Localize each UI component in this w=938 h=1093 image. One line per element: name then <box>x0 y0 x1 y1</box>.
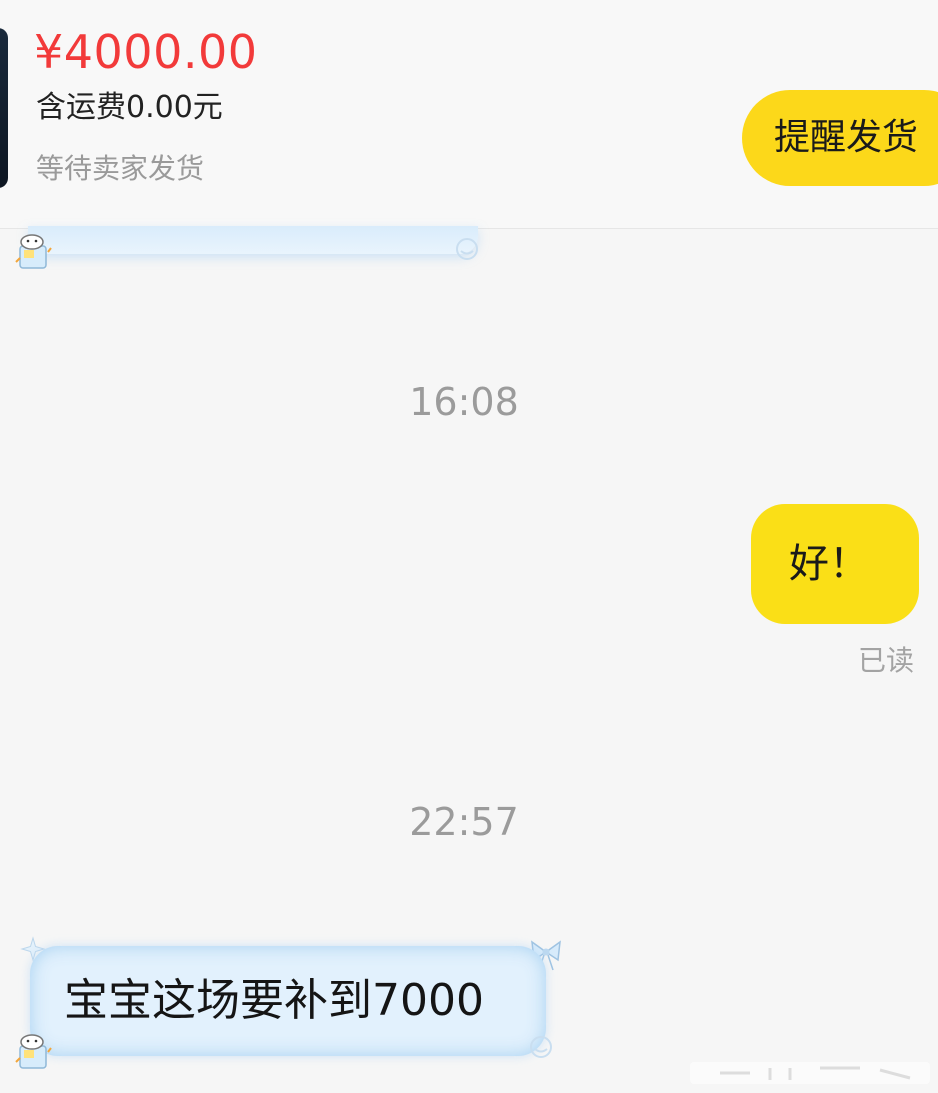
hamster-sticker-icon <box>15 234 52 269</box>
watermark-logo <box>690 1062 930 1084</box>
remind-shipping-button[interactable]: 提醒发货 <box>742 90 938 186</box>
incoming-message[interactable]: 宝宝这场要补到7000 <box>30 946 546 1056</box>
read-receipt: 已读 <box>858 644 915 677</box>
hamster-sticker-icon <box>15 1034 52 1069</box>
order-card[interactable]: ¥4000.00 含运费0.00元 等待卖家发货 提醒发货 <box>0 0 938 229</box>
message-timestamp: 22:57 <box>409 800 519 844</box>
previous-message-bubble <box>28 226 478 254</box>
outgoing-message[interactable]: 好！ <box>751 504 919 624</box>
order-price: ¥4000.00 <box>34 25 258 79</box>
message-timestamp: 16:08 <box>409 380 519 424</box>
swirl-icon <box>530 1036 552 1058</box>
order-status: 等待卖家发货 <box>36 152 205 185</box>
product-thumbnail[interactable] <box>0 28 8 188</box>
swirl-icon <box>456 238 478 260</box>
shipping-fee: 含运费0.00元 <box>36 90 223 125</box>
chat-screen: ¥4000.00 含运费0.00元 等待卖家发货 提醒发货 16:08 好！ 已… <box>0 0 938 1093</box>
